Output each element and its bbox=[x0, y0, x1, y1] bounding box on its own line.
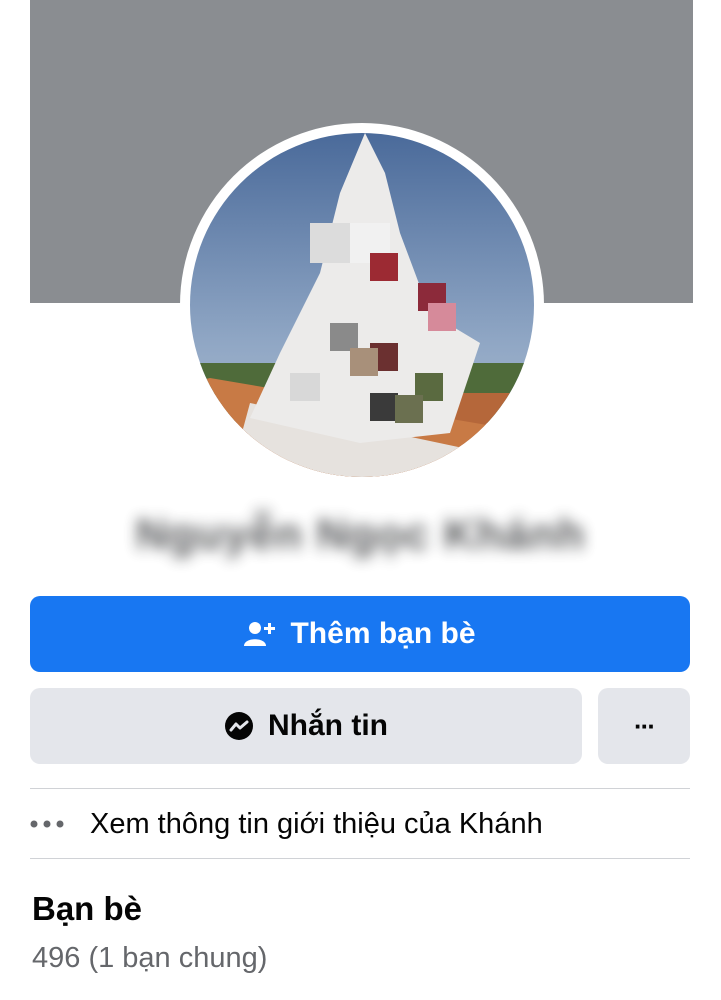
add-friend-icon bbox=[244, 620, 276, 648]
profile-name-container: Nguyễn Ngọc Khánh bbox=[0, 500, 721, 570]
friends-section-title: Bạn bè bbox=[32, 890, 143, 927]
about-label: Xem thông tin giới thiệu của Khánh bbox=[90, 807, 543, 840]
add-friend-label: Thêm bạn bè bbox=[290, 617, 476, 650]
about-link[interactable]: Xem thông tin giới thiệu của Khánh bbox=[30, 790, 690, 858]
more-options-icon: ··· bbox=[634, 710, 656, 741]
divider bbox=[30, 788, 690, 789]
profile-picture-image bbox=[190, 133, 534, 477]
friends-count[interactable]: 496 (1 bạn chung) bbox=[32, 942, 267, 975]
more-options-button[interactable]: ··· bbox=[598, 688, 690, 764]
more-dots-icon bbox=[30, 820, 90, 828]
message-label: Nhắn tin bbox=[268, 709, 388, 742]
divider bbox=[30, 858, 690, 859]
message-button[interactable]: Nhắn tin bbox=[30, 688, 582, 764]
add-friend-button[interactable]: Thêm bạn bè bbox=[30, 596, 690, 672]
profile-picture[interactable] bbox=[190, 133, 534, 477]
profile-name: Nguyễn Ngọc Khánh bbox=[135, 510, 586, 559]
messenger-icon bbox=[224, 711, 254, 741]
